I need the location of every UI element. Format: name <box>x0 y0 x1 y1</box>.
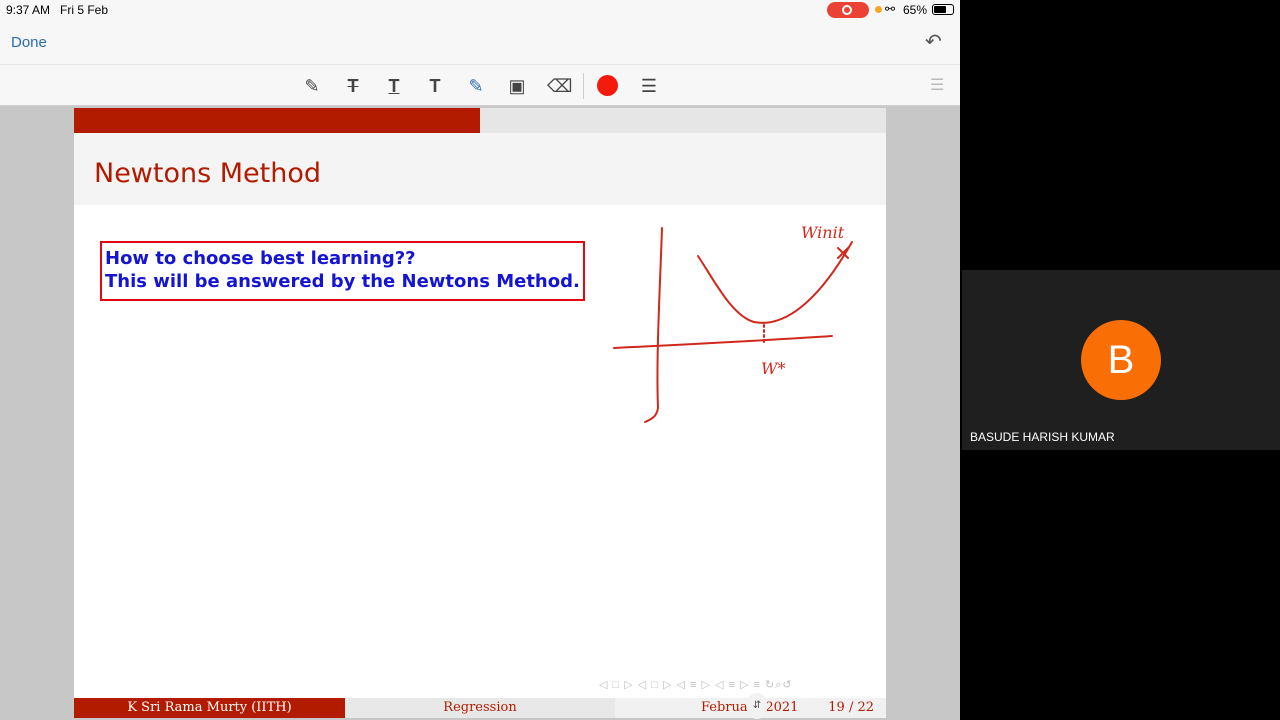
w-star-label: W* <box>761 359 785 378</box>
status-time: 9:37 AM <box>6 3 51 17</box>
title-band: Newtons Method <box>74 133 886 205</box>
line-width-icon[interactable]: ☰ <box>637 74 661 98</box>
screen-record-indicator[interactable] <box>827 2 869 18</box>
color-swatch[interactable] <box>597 75 618 96</box>
horizontal-axis-stroke <box>613 335 833 349</box>
beamer-nav-symbols[interactable]: ◁ □ ▷ ◁ □ ▷ ◁ ≡ ▷ ◁ ≡ ▷ ≡ ↻⌕↺ <box>599 678 793 692</box>
markup-top-bar: Done ↶ <box>0 20 960 64</box>
comment-icon[interactable]: ▣ <box>505 74 529 98</box>
list-icon[interactable]: ☰ <box>930 75 944 95</box>
participant-name: BASUDE HARISH KUMAR <box>970 430 1115 444</box>
loss-curve-stroke <box>697 241 853 324</box>
battery-icon <box>932 4 954 15</box>
scroll-indicator[interactable]: ⇵ <box>747 693 767 719</box>
box-line-2: This will be answered by the Newtons Met… <box>105 271 580 292</box>
status-date: Fri 5 Feb <box>60 3 109 17</box>
progress-track <box>74 108 886 133</box>
box-line-1: How to choose best learning?? <box>105 248 416 269</box>
footer-author: K Sri Rama Murty (IITH) <box>74 698 345 718</box>
participant-tile: B BASUDE HARISH KUMAR <box>962 270 1280 450</box>
progress-bar <box>74 108 480 133</box>
done-button[interactable]: Done <box>11 34 47 51</box>
undo-icon[interactable]: ↶ <box>925 29 942 54</box>
status-bar: 9:37 AM Fri 5 Feb ⚯ 65% <box>0 0 960 20</box>
ipad-screen: 9:37 AM Fri 5 Feb ⚯ 65% Done ↶ ✎ T T T ✎… <box>0 0 960 720</box>
pen-icon[interactable]: ✎ <box>300 74 324 98</box>
footer-pages: 19 / 22 <box>828 700 874 715</box>
avatar: B <box>1081 320 1161 400</box>
slide-page: Newtons Method How to choose best learni… <box>74 108 886 718</box>
mic-indicator-dot <box>875 6 882 13</box>
wifi-icon: ⚯ <box>885 2 896 16</box>
underline-icon[interactable]: T <box>382 74 406 98</box>
highlight-box: How to choose best learning?? This will … <box>100 241 585 301</box>
text-icon[interactable]: T <box>423 74 447 98</box>
markup-toolbar: ✎ T T T ✎ ▣ ⌫ ☰ ☰ <box>0 64 960 106</box>
pencil-icon[interactable]: ✎ <box>464 74 488 98</box>
slide-title: Newtons Method <box>94 158 322 189</box>
toolbar-separator <box>583 73 584 99</box>
vertical-axis-stroke <box>644 227 663 423</box>
battery-percent: 65% <box>903 3 928 17</box>
strikethrough-icon[interactable]: T <box>341 74 365 98</box>
footer-topic: Regression <box>345 698 615 718</box>
w-init-label: Winit <box>801 223 845 242</box>
eraser-icon[interactable]: ⌫ <box>547 74 572 98</box>
handwritten-sketch: Winit W* <box>613 223 853 423</box>
